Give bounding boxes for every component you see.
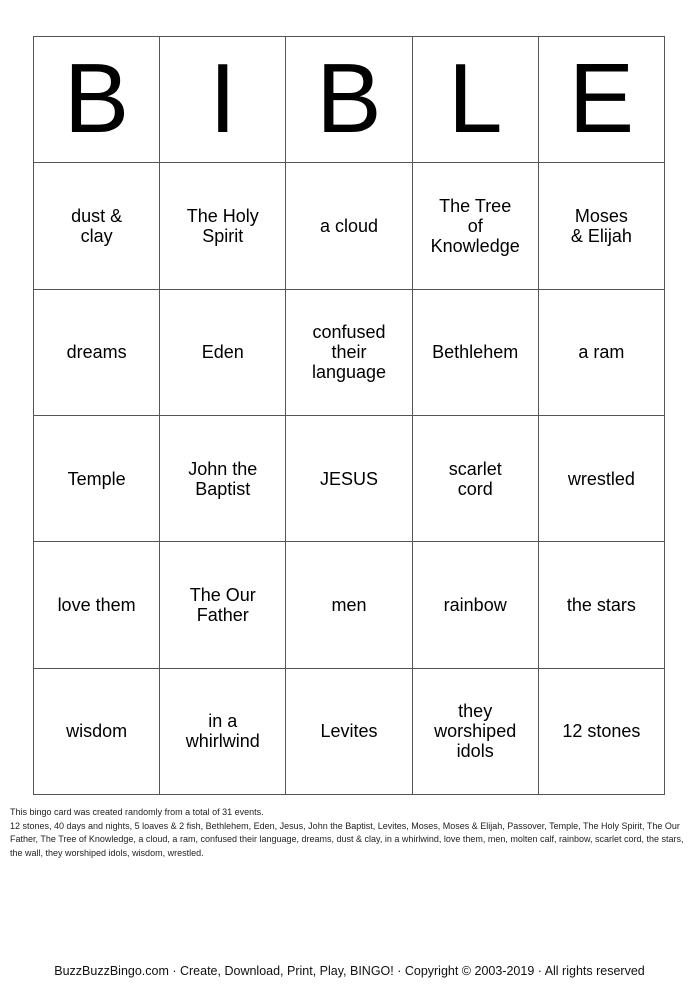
bingo-square: Bethlehem — [412, 289, 539, 416]
bingo-square: dreams — [34, 289, 161, 416]
bingo-square: wisdom — [34, 668, 161, 795]
bingo-square: The Tree of Knowledge — [412, 163, 539, 290]
bingo-square: The Our Father — [160, 542, 287, 669]
bingo-square: Eden — [160, 289, 287, 416]
square-text: The Our Father — [189, 584, 256, 625]
square-text: confused their language — [311, 322, 387, 383]
info-intro: This bingo card was created randomly fro… — [10, 807, 264, 817]
bingo-square: Temple — [34, 416, 161, 543]
header-cell-l: L — [412, 37, 539, 164]
square-text: wisdom — [66, 721, 128, 742]
square-text: in a whirlwind — [185, 711, 260, 752]
header-letter: L — [447, 42, 503, 153]
bingo-square: love them — [34, 542, 161, 669]
bingo-square: they worshiped idols — [412, 668, 539, 795]
header-letter: B — [63, 42, 130, 153]
square-text: The Tree of Knowledge — [430, 195, 520, 256]
bingo-square: 12 stones — [538, 668, 665, 795]
square-text: they worshiped idols — [434, 701, 517, 762]
square-text: the stars — [566, 594, 636, 615]
square-text: Eden — [201, 342, 244, 363]
bingo-square: the stars — [538, 542, 665, 669]
footer-copyright: BuzzBuzzBingo.com · Create, Download, Pr… — [54, 964, 645, 978]
square-text: Moses & Elijah — [570, 205, 632, 246]
bingo-square: John the Baptist — [160, 416, 287, 543]
bingo-square: wrestled — [538, 416, 665, 543]
bingo-square: in a whirlwind — [160, 668, 287, 795]
square-text: dust & clay — [71, 205, 123, 246]
square-text: a ram — [578, 342, 625, 363]
header-letter: E — [568, 42, 635, 153]
square-text: a cloud — [319, 215, 379, 236]
square-text: 12 stones — [562, 721, 641, 742]
square-text: JESUS — [319, 468, 378, 489]
header-letter: B — [316, 42, 382, 153]
free-square: JESUS — [286, 416, 413, 543]
bingo-square: Levites — [286, 668, 413, 795]
square-text: John the Baptist — [188, 458, 258, 499]
square-text: Levites — [320, 721, 378, 742]
bingo-square: The Holy Spirit — [160, 163, 287, 290]
square-text: love them — [57, 594, 136, 615]
header-cell-i: I — [160, 37, 287, 164]
bingo-square: confused their language — [286, 289, 413, 416]
square-text: scarlet cord — [448, 458, 502, 499]
square-text: rainbow — [443, 594, 507, 615]
header-letter: I — [209, 42, 237, 153]
square-text: The Holy Spirit — [186, 205, 259, 246]
bingo-square: dust & clay — [34, 163, 161, 290]
bingo-square: scarlet cord — [412, 416, 539, 543]
bingo-card: B I B L E dust & clay The Holy Spirit a … — [33, 36, 665, 795]
header-cell-b2: B — [286, 37, 413, 164]
bingo-square: a ram — [538, 289, 665, 416]
square-text: Bethlehem — [432, 342, 519, 363]
square-text: Temple — [67, 468, 126, 489]
square-text: dreams — [66, 342, 127, 363]
square-text: men — [331, 594, 367, 615]
bingo-square: men — [286, 542, 413, 669]
header-cell-b: B — [34, 37, 161, 164]
card-info: This bingo card was created randomly fro… — [10, 806, 692, 860]
bingo-square: a cloud — [286, 163, 413, 290]
info-event-list: 12 stones, 40 days and nights, 5 loaves … — [10, 820, 684, 858]
square-text: wrestled — [567, 468, 635, 489]
bingo-square: Moses & Elijah — [538, 163, 665, 290]
bingo-square: rainbow — [412, 542, 539, 669]
header-cell-e: E — [538, 37, 665, 164]
